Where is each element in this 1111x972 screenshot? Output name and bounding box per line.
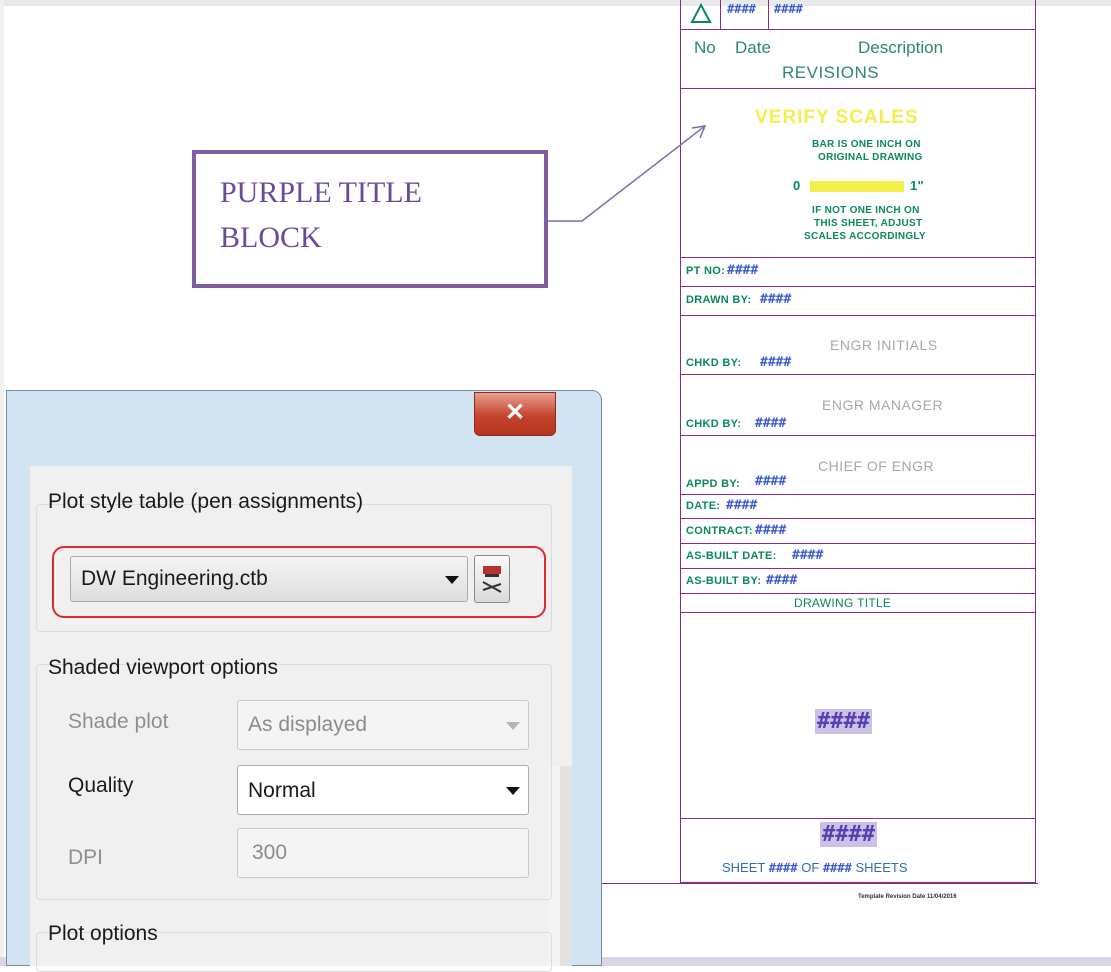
field-value: ####: [726, 498, 758, 513]
field-label: PT NO:: [686, 265, 726, 277]
of-word: OF: [801, 860, 820, 875]
sheet-word: SHEET: [722, 860, 766, 875]
plot-options-group-label: Plot options: [48, 922, 158, 945]
callout-arrow: [548, 125, 707, 222]
chevron-down-icon: [506, 787, 520, 795]
plot-style-value: DW Engineering.ctb: [81, 567, 268, 590]
quality-select[interactable]: Normal: [237, 765, 529, 815]
drawing-title-value: ####: [815, 709, 872, 734]
sheet-number: ####: [820, 822, 877, 847]
field-label: CONTRACT:: [686, 525, 753, 537]
adjust-note-line-1: IF NOT ONE INCH ON: [812, 205, 920, 216]
revisions-label: REVISIONS: [782, 63, 880, 82]
plot-style-select[interactable]: DW Engineering.ctb: [70, 556, 468, 602]
quality-label: Quality: [68, 774, 134, 797]
shade-plot-select[interactable]: As displayed: [237, 700, 529, 750]
plot-style-editor-icon: [482, 566, 502, 593]
drawing-title-label: DRAWING TITLE: [794, 596, 892, 610]
field-value: ####: [766, 573, 798, 588]
revision-date-header: Date: [735, 38, 771, 57]
field-value: ####: [760, 355, 792, 370]
page-left-edge: [0, 0, 4, 966]
close-button[interactable]: ✕: [474, 392, 556, 436]
field-note: ENGR INITIALS: [830, 337, 938, 353]
chevron-down-icon: [506, 722, 520, 730]
callout-line-1: PURPLE TITLE: [220, 176, 422, 209]
field-label: CHKD BY:: [686, 418, 742, 430]
template-note: Template Revision Date 11/04/2016: [858, 894, 957, 900]
sheet-current: ####: [768, 861, 798, 875]
callout-line-2: BLOCK: [220, 221, 322, 254]
field-value: ####: [727, 263, 759, 278]
field-label: DATE:: [686, 500, 721, 512]
shade-plot-label: Shade plot: [68, 710, 169, 733]
sheet-border-line: [600, 883, 1038, 884]
sheet-line: SHEET #### OF #### SHEETS: [722, 860, 908, 875]
revision-date-mark: ####: [727, 2, 756, 16]
field-label: CHKD BY:: [686, 357, 742, 369]
sheets-word: SHEETS: [855, 860, 908, 875]
bar-note-line-2: ORIGINAL DRAWING: [818, 152, 923, 163]
scrollbar[interactable]: [560, 766, 572, 966]
field-note: ENGR MANAGER: [822, 397, 944, 413]
verify-scales-label: VERIFY SCALES: [755, 107, 919, 128]
field-note: CHIEF OF ENGR: [818, 458, 935, 474]
dpi-label: DPI: [68, 846, 104, 869]
field-label: DRAWN BY:: [686, 294, 752, 306]
quality-value: Normal: [248, 779, 316, 802]
sheet-total: ####: [822, 861, 852, 875]
dpi-field[interactable]: 300: [237, 828, 529, 878]
scale-zero-label: 0: [793, 178, 801, 193]
field-value: ####: [760, 292, 792, 307]
field-value: ####: [755, 416, 787, 431]
plot-style-group-label: Plot style table (pen assignments): [48, 490, 364, 513]
adjust-note-line-2: THIS SHEET, ADJUST: [814, 218, 923, 229]
field-value: ####: [755, 523, 787, 538]
revision-desc-mark: ####: [774, 2, 803, 16]
adjust-note-line-3: SCALES ACCORDINGLY: [804, 231, 926, 242]
drawing-title-divider: [680, 612, 1036, 613]
field-label: AS-BUILT BY:: [686, 575, 762, 587]
triangle-icon: [690, 2, 712, 23]
field-label: APPD BY:: [686, 478, 741, 490]
chevron-down-icon: [445, 576, 459, 584]
dpi-value: 300: [252, 841, 288, 864]
revision-no-header: No: [694, 38, 716, 57]
scale-bar: [810, 181, 904, 192]
sheet-divider: [680, 818, 1036, 819]
revision-description-header: Description: [858, 38, 944, 57]
shade-plot-value: As displayed: [248, 713, 368, 736]
bar-note-line-1: BAR IS ONE INCH ON: [812, 139, 921, 150]
field-value: ####: [755, 474, 787, 489]
scale-one-label: 1": [910, 178, 924, 193]
revision-divider: [720, 0, 721, 30]
callout-text: PURPLE TITLE BLOCK: [220, 170, 540, 260]
shaded-viewport-group-label: Shaded viewport options: [48, 656, 278, 679]
field-label: AS-BUILT DATE:: [686, 550, 777, 562]
field-value: ####: [792, 548, 824, 563]
revision-divider: [768, 0, 769, 30]
edit-plot-style-button[interactable]: [474, 555, 510, 603]
